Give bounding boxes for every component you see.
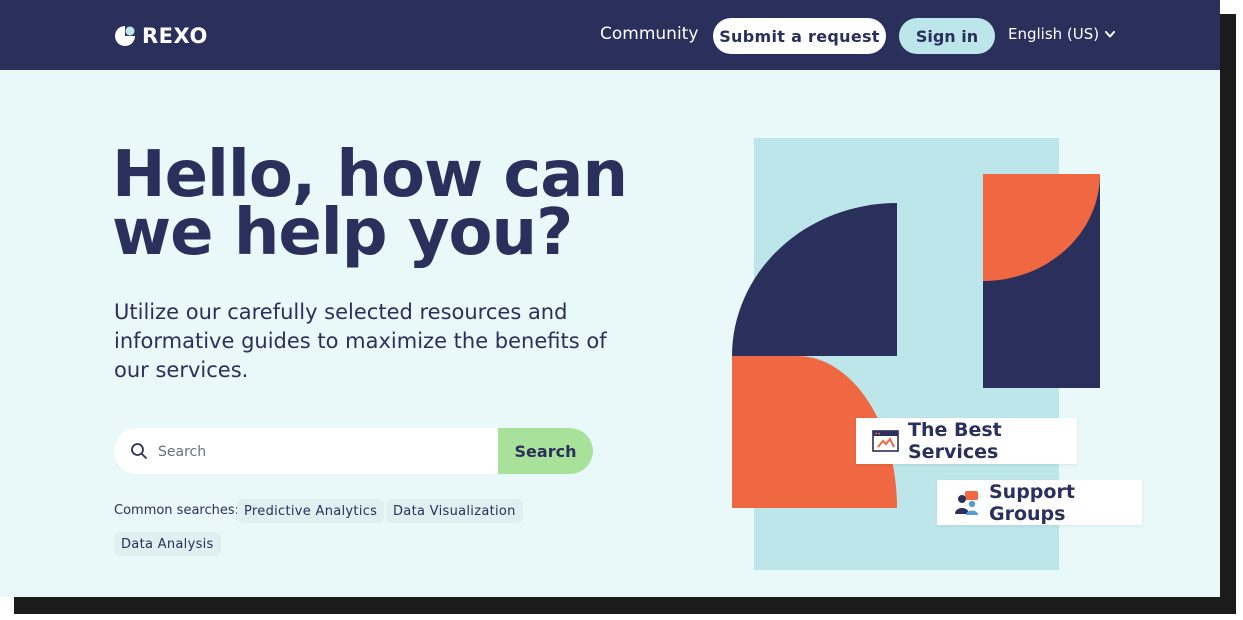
common-search-tag[interactable]: Data Visualization xyxy=(386,499,523,523)
help-center-page: rexo Community Submit a request Sign in … xyxy=(0,0,1220,597)
feature-card-label: Support Groups xyxy=(989,480,1075,525)
search-button[interactable]: Search xyxy=(498,428,593,474)
language-selector[interactable]: English (US) xyxy=(1008,25,1116,43)
common-search-tag[interactable]: Predictive Analytics xyxy=(237,499,385,523)
logo-icon xyxy=(115,26,135,46)
common-searches-label: Common searches: xyxy=(114,503,240,518)
submit-request-button[interactable]: Submit a request xyxy=(713,18,886,54)
page-subtitle: Utilize our carefully selected resources… xyxy=(114,300,607,382)
nav-community-link[interactable]: Community xyxy=(600,24,698,44)
browser-window-icon xyxy=(872,430,899,452)
chevron-down-icon xyxy=(1105,30,1116,37)
page-title: Hello, how can we help you? xyxy=(112,138,628,270)
logo[interactable]: rexo xyxy=(114,24,208,48)
search-icon xyxy=(131,443,147,459)
search-input[interactable] xyxy=(156,428,498,474)
language-label: English (US) xyxy=(1008,25,1100,43)
feature-card-label: The Best Services xyxy=(908,419,1002,463)
sign-in-button[interactable]: Sign in xyxy=(899,18,995,54)
people-chat-icon xyxy=(955,490,978,515)
search-bar: Search xyxy=(114,428,593,474)
top-navigation-bar: rexo Community Submit a request Sign in … xyxy=(0,0,1220,70)
common-search-tag[interactable]: Data Analysis xyxy=(114,532,221,556)
feature-card-support-groups: Support Groups xyxy=(937,480,1142,525)
logo-text: rexo xyxy=(142,24,208,48)
feature-card-best-services: The Best Services xyxy=(856,418,1077,464)
